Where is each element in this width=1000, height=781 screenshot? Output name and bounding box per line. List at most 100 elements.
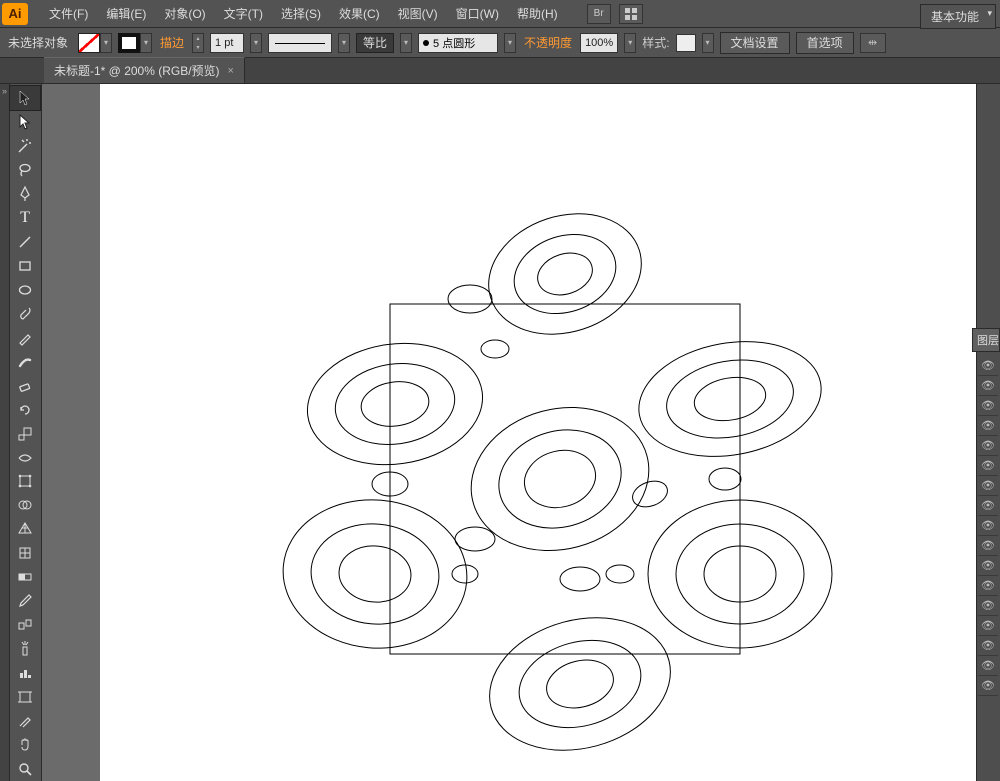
- workspace-switcher[interactable]: 基本功能: [920, 4, 996, 29]
- tool-blob-brush[interactable]: [10, 350, 40, 374]
- tool-lasso[interactable]: [10, 158, 40, 182]
- graphic-style-dropdown[interactable]: ▾: [702, 33, 714, 53]
- artboard: [100, 84, 976, 781]
- layer-visibility-icon[interactable]: 👁: [978, 376, 998, 396]
- layer-visibility-icon[interactable]: 👁: [978, 456, 998, 476]
- artwork: [260, 204, 860, 781]
- tool-symbol-sprayer[interactable]: [10, 637, 40, 661]
- tool-ellipse[interactable]: [10, 278, 40, 302]
- document-tab-title: 未标题-1* @ 200% (RGB/预览): [54, 62, 220, 79]
- opacity-dropdown[interactable]: ▾: [624, 33, 636, 53]
- tool-gradient[interactable]: [10, 565, 40, 589]
- menu-edit[interactable]: 编辑(E): [97, 1, 155, 26]
- layer-visibility-icon[interactable]: 👁: [978, 556, 998, 576]
- tool-shape-builder[interactable]: [10, 493, 40, 517]
- tool-selection[interactable]: [10, 86, 40, 110]
- tool-perspective[interactable]: [10, 517, 40, 541]
- stroke-weight-spinner[interactable]: ▴▾: [192, 33, 204, 53]
- tool-eraser[interactable]: [10, 374, 40, 398]
- layer-visibility-icon[interactable]: 👁: [978, 476, 998, 496]
- bridge-button[interactable]: Br: [587, 4, 611, 24]
- variable-width-dropdown[interactable]: ▾: [338, 33, 350, 53]
- opacity-field[interactable]: 100%: [580, 33, 618, 53]
- layer-visibility-icon[interactable]: 👁: [978, 636, 998, 656]
- preferences-button[interactable]: 首选项: [796, 32, 854, 54]
- fill-swatch[interactable]: [78, 33, 100, 53]
- fill-dropdown[interactable]: ▾: [100, 33, 112, 53]
- layer-visibility-icon[interactable]: 👁: [978, 676, 998, 696]
- grid-icon: [625, 8, 637, 20]
- menu-select[interactable]: 选择(S): [272, 1, 330, 26]
- tool-eyedropper[interactable]: [10, 589, 40, 613]
- layer-visibility-icon[interactable]: 👁: [978, 496, 998, 516]
- layer-visibility-icon[interactable]: 👁: [978, 396, 998, 416]
- tool-column-graph[interactable]: [10, 661, 40, 685]
- dot-icon: [423, 40, 429, 46]
- tool-width[interactable]: [10, 446, 40, 470]
- document-tab[interactable]: 未标题-1* @ 200% (RGB/预览) ×: [44, 57, 245, 83]
- stroke-weight-field[interactable]: 1 pt: [210, 33, 244, 53]
- opacity-label[interactable]: 不透明度: [524, 34, 572, 51]
- variable-width-profile[interactable]: [268, 33, 332, 53]
- menu-window[interactable]: 窗口(W): [447, 1, 508, 26]
- toolbox: T: [10, 84, 42, 781]
- layer-visibility-icon[interactable]: 👁: [978, 416, 998, 436]
- layer-visibility-icon[interactable]: 👁: [978, 356, 998, 376]
- graphic-style-swatch[interactable]: [676, 34, 696, 52]
- layer-visibility-icon[interactable]: 👁: [978, 576, 998, 596]
- tool-hand[interactable]: [10, 733, 40, 757]
- tool-slice[interactable]: [10, 709, 40, 733]
- close-icon[interactable]: ×: [228, 65, 234, 77]
- tool-blend[interactable]: [10, 613, 40, 637]
- align-panel-icon[interactable]: ⇹: [860, 33, 886, 53]
- tool-pencil[interactable]: [10, 326, 40, 350]
- brush-definition-dropdown[interactable]: ▾: [504, 33, 516, 53]
- menu-object[interactable]: 对象(O): [155, 1, 214, 26]
- left-dock-collapse[interactable]: [0, 84, 10, 781]
- brush-definition-label: 5 点圆形: [433, 35, 475, 51]
- app-logo: Ai: [2, 3, 28, 25]
- stroke-dropdown[interactable]: ▾: [140, 33, 152, 53]
- tool-rectangle[interactable]: [10, 254, 40, 278]
- menu-view[interactable]: 视图(V): [389, 1, 447, 26]
- main-area: T: [0, 84, 1000, 781]
- tool-magic-wand[interactable]: [10, 134, 40, 158]
- stroke-swatch[interactable]: [118, 33, 140, 53]
- menu-file[interactable]: 文件(F): [40, 1, 97, 26]
- menu-help[interactable]: 帮助(H): [508, 1, 567, 26]
- menubar: Ai 文件(F) 编辑(E) 对象(O) 文字(T) 选择(S) 效果(C) 视…: [0, 0, 1000, 28]
- document-tabbar: 未标题-1* @ 200% (RGB/预览) ×: [0, 58, 1000, 84]
- arrange-docs-button[interactable]: [619, 4, 643, 24]
- layer-visibility-icon[interactable]: 👁: [978, 436, 998, 456]
- tool-rotate[interactable]: [10, 398, 40, 422]
- tool-artboard[interactable]: [10, 685, 40, 709]
- layer-visibility-icon[interactable]: 👁: [978, 536, 998, 556]
- scale-strokes-dropdown[interactable]: ▾: [400, 33, 412, 53]
- tool-paintbrush[interactable]: [10, 302, 40, 326]
- document-setup-button[interactable]: 文档设置: [720, 32, 790, 54]
- layer-visibility-icon[interactable]: 👁: [978, 516, 998, 536]
- stroke-weight-dropdown[interactable]: ▾: [250, 33, 262, 53]
- layer-visibility-icon[interactable]: 👁: [978, 656, 998, 676]
- selection-status: 未选择对象: [8, 34, 68, 51]
- tool-direct-selection[interactable]: [10, 110, 40, 134]
- style-label: 样式:: [642, 34, 669, 51]
- tool-line[interactable]: [10, 230, 40, 254]
- tool-free-transform[interactable]: [10, 470, 40, 494]
- tool-scale[interactable]: [10, 422, 40, 446]
- layer-visibility-icon[interactable]: 👁: [978, 596, 998, 616]
- control-bar: 未选择对象 ▾ ▾ 描边 ▴▾ 1 pt ▾ ▾ 等比 ▾ 5 点圆形 ▾ 不透…: [0, 28, 1000, 58]
- right-dock[interactable]: 图层 👁 👁 👁 👁 👁 👁 👁 👁 👁 👁 👁 👁 👁 👁 👁 👁 👁: [976, 84, 1000, 781]
- stroke-label[interactable]: 描边: [160, 34, 184, 51]
- tool-type[interactable]: T: [10, 206, 40, 230]
- menu-type[interactable]: 文字(T): [215, 1, 272, 26]
- tool-pen[interactable]: [10, 182, 40, 206]
- layers-panel-tab[interactable]: 图层: [972, 328, 1000, 352]
- scale-strokes-label: 等比: [356, 33, 394, 53]
- menu-effect[interactable]: 效果(C): [330, 1, 389, 26]
- brush-definition[interactable]: 5 点圆形: [418, 33, 498, 53]
- canvas-viewport[interactable]: [42, 84, 976, 781]
- tool-zoom[interactable]: [10, 757, 40, 781]
- tool-mesh[interactable]: [10, 541, 40, 565]
- layer-visibility-icon[interactable]: 👁: [978, 616, 998, 636]
